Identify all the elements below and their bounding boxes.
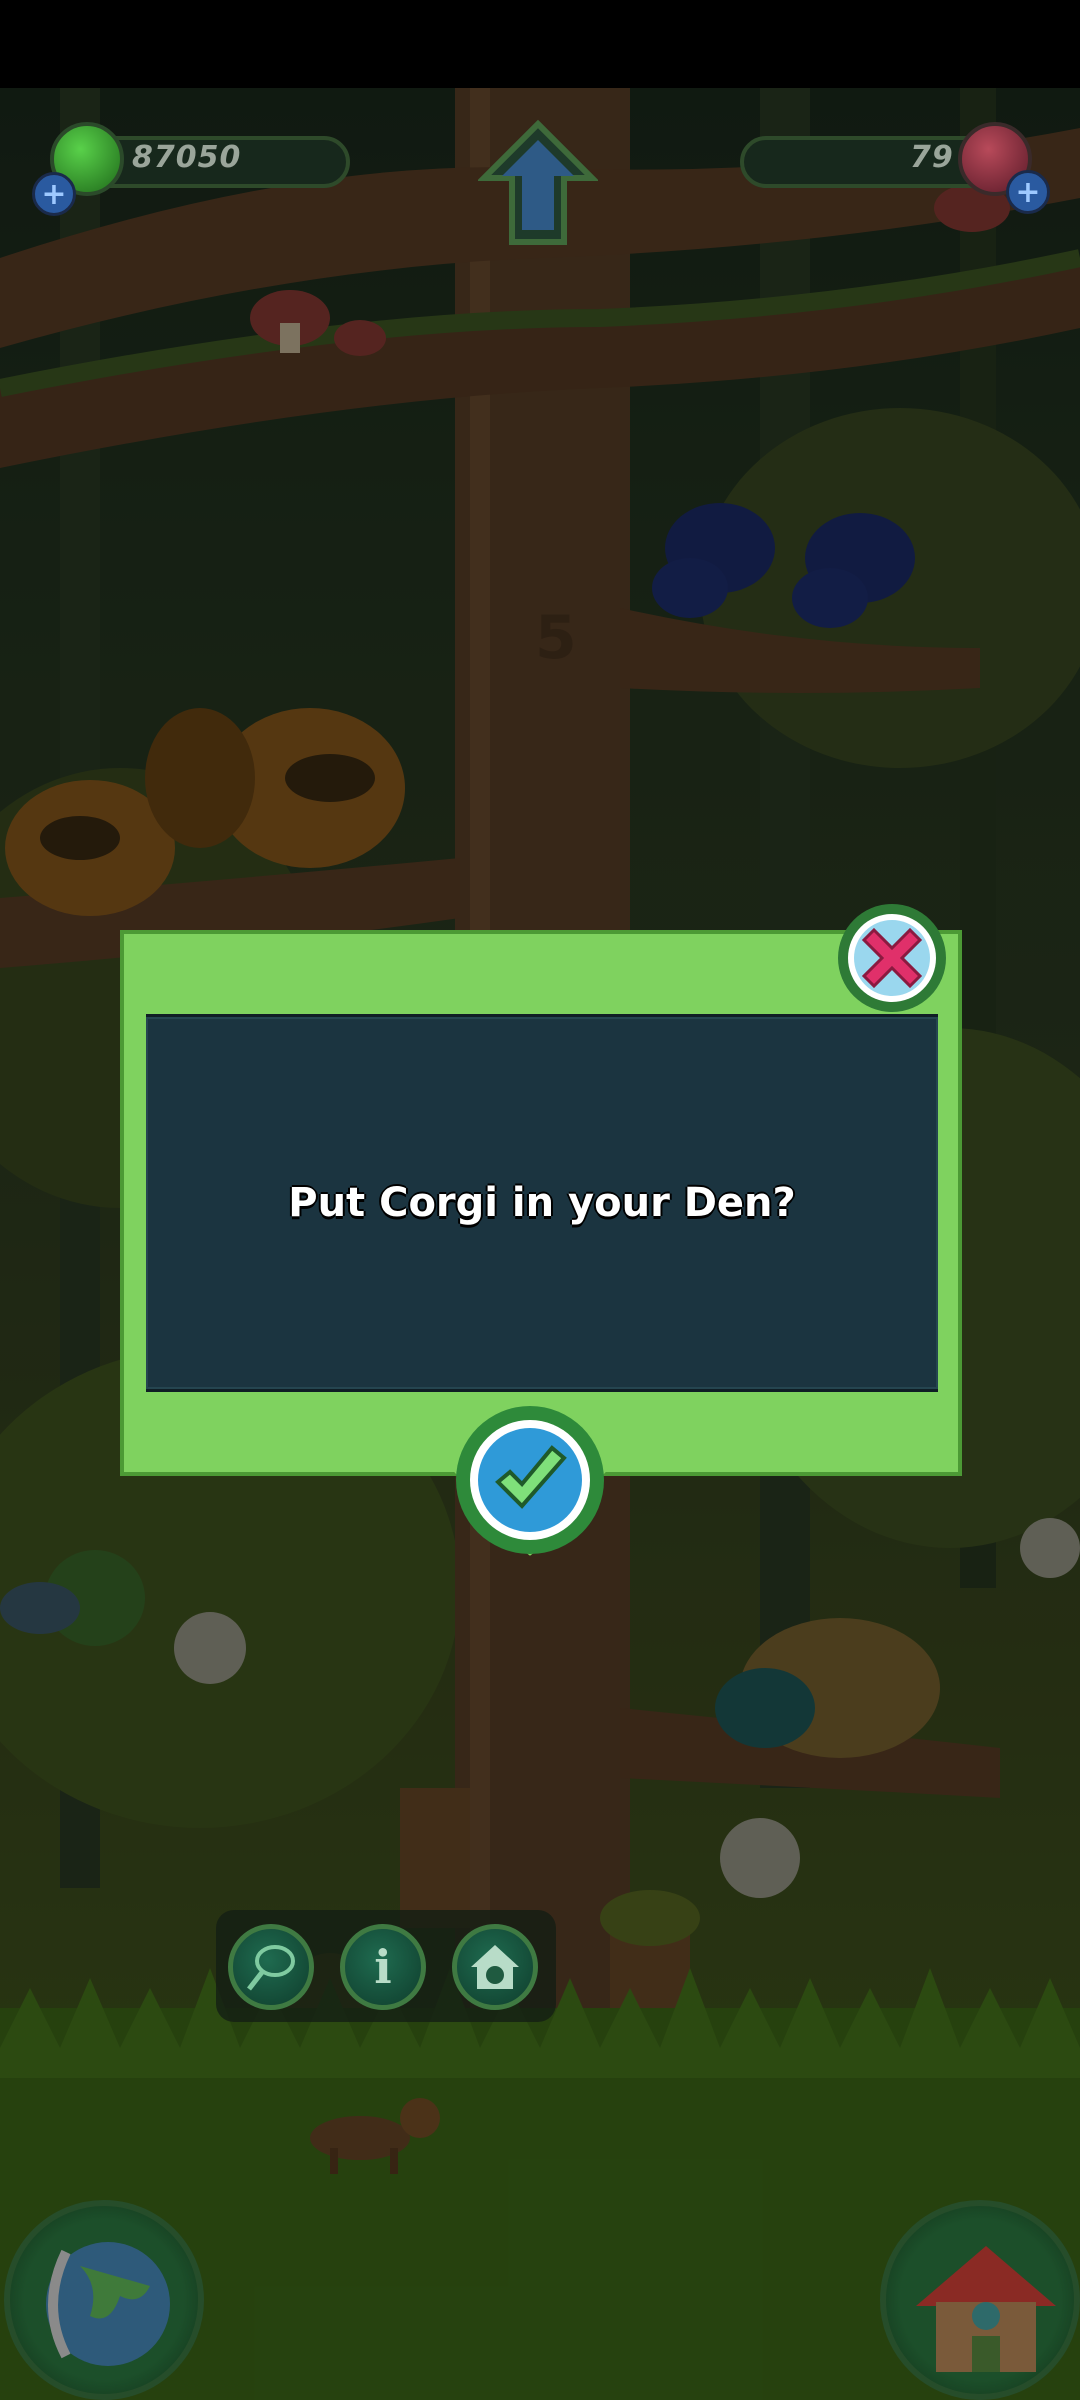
gems-value: 79 xyxy=(910,140,954,175)
house-icon xyxy=(916,2246,1056,2372)
home-arrow-icon xyxy=(476,119,600,245)
net-icon xyxy=(247,1945,295,1991)
action-bar: i xyxy=(216,1910,556,2022)
plus-icon: + xyxy=(41,176,67,212)
den-icon xyxy=(471,1945,519,1989)
home-arrow-button[interactable] xyxy=(476,118,600,248)
info-icon: i xyxy=(374,1940,392,1994)
dialog-message: Put Corgi in your Den? xyxy=(288,1180,796,1226)
home-house-button[interactable] xyxy=(880,2200,1080,2400)
plus-icon: + xyxy=(1015,174,1041,210)
add-gems-button[interactable]: + xyxy=(1006,170,1050,214)
globe-icon xyxy=(46,2242,170,2366)
confirm-button[interactable] xyxy=(440,1402,620,1562)
info-button[interactable]: i xyxy=(340,1924,426,2010)
status-bar xyxy=(0,0,1080,88)
add-coins-button[interactable]: + xyxy=(32,172,76,216)
den-button[interactable] xyxy=(452,1924,538,2010)
checkmark-icon xyxy=(447,1406,613,1556)
dialog-message-panel: Put Corgi in your Den? xyxy=(146,1014,938,1392)
coins-value: 87050 xyxy=(132,140,242,175)
close-dialog-button[interactable] xyxy=(834,900,950,1016)
close-x-icon xyxy=(838,904,946,1012)
world-map-button[interactable] xyxy=(4,2200,204,2400)
net-button[interactable] xyxy=(228,1924,314,2010)
